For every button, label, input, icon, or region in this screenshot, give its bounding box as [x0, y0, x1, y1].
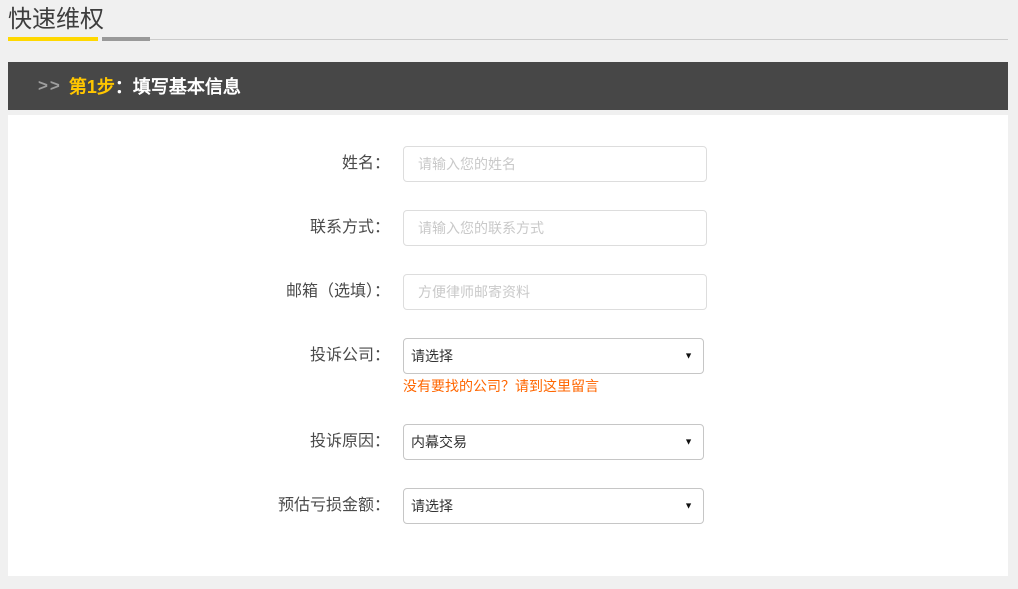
form-card: 姓名： 联系方式： 邮箱（选填）： 投诉公司：	[8, 115, 1008, 576]
company-select[interactable]: 请选择	[403, 338, 704, 374]
name-input[interactable]	[403, 146, 707, 182]
step-bar-title: ：填写基本信息	[115, 73, 241, 99]
reason-select-wrap: 内幕交易 ▼	[403, 424, 704, 460]
page-header: 快速维权	[8, 4, 1008, 41]
underline-rule	[150, 39, 1008, 40]
form-row-reason: 投诉原因： 内幕交易 ▼	[8, 424, 1008, 460]
page: 快速维权 >> 第1步 ：填写基本信息 姓名： 联系方式：	[0, 0, 1018, 576]
form-row-email: 邮箱（选填）：	[8, 274, 1008, 310]
underline-secondary-bar	[102, 37, 150, 41]
quick-rights-form: 姓名： 联系方式： 邮箱（选填）： 投诉公司：	[8, 146, 1008, 524]
loss-amount-select-wrap: 请选择 ▼	[403, 488, 704, 524]
form-row-loss-amount: 预估亏损金额： 请选择 ▼	[8, 488, 1008, 524]
loss-amount-select[interactable]: 请选择	[403, 488, 704, 524]
form-row-name: 姓名：	[8, 146, 1008, 182]
form-row-company: 投诉公司： 请选择 ▼ 没有要找的公司？请到这里留言	[8, 338, 1008, 396]
step-number: 第1步	[69, 73, 115, 99]
loss-amount-label: 预估亏损金额：	[8, 488, 390, 524]
step-bar: >> 第1步 ：填写基本信息	[8, 62, 1008, 110]
reason-label: 投诉原因：	[8, 424, 390, 460]
form-row-contact: 联系方式：	[8, 210, 1008, 246]
company-select-wrap: 请选择 ▼	[403, 338, 704, 374]
page-title: 快速维权	[8, 4, 1008, 35]
title-underline	[8, 37, 1008, 41]
email-input[interactable]	[403, 274, 707, 310]
name-label: 姓名：	[8, 146, 390, 182]
contact-input[interactable]	[403, 210, 707, 246]
company-label: 投诉公司：	[8, 338, 390, 396]
company-help-link[interactable]: 没有要找的公司？请到这里留言	[403, 377, 704, 396]
reason-select[interactable]: 内幕交易	[403, 424, 704, 460]
chevrons-icon: >>	[38, 76, 62, 96]
underline-accent-bar	[8, 37, 98, 41]
email-label: 邮箱（选填）：	[8, 274, 390, 310]
contact-label: 联系方式：	[8, 210, 390, 246]
